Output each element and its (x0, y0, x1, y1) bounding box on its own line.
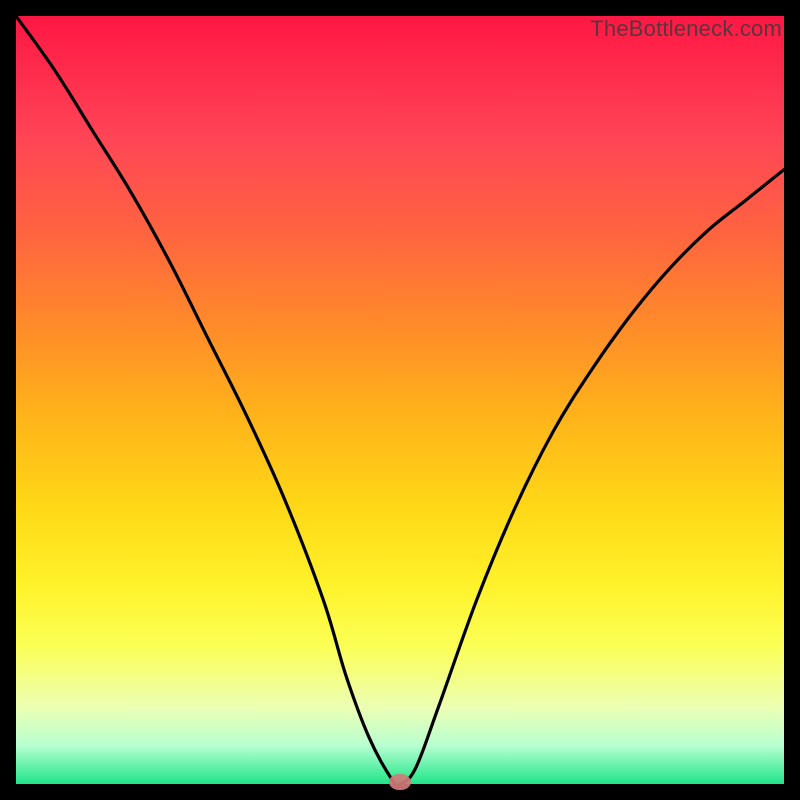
minimum-marker (389, 774, 411, 790)
plot-area: TheBottleneck.com (16, 16, 784, 784)
bottleneck-curve (16, 16, 784, 784)
chart-frame: TheBottleneck.com (0, 0, 800, 800)
